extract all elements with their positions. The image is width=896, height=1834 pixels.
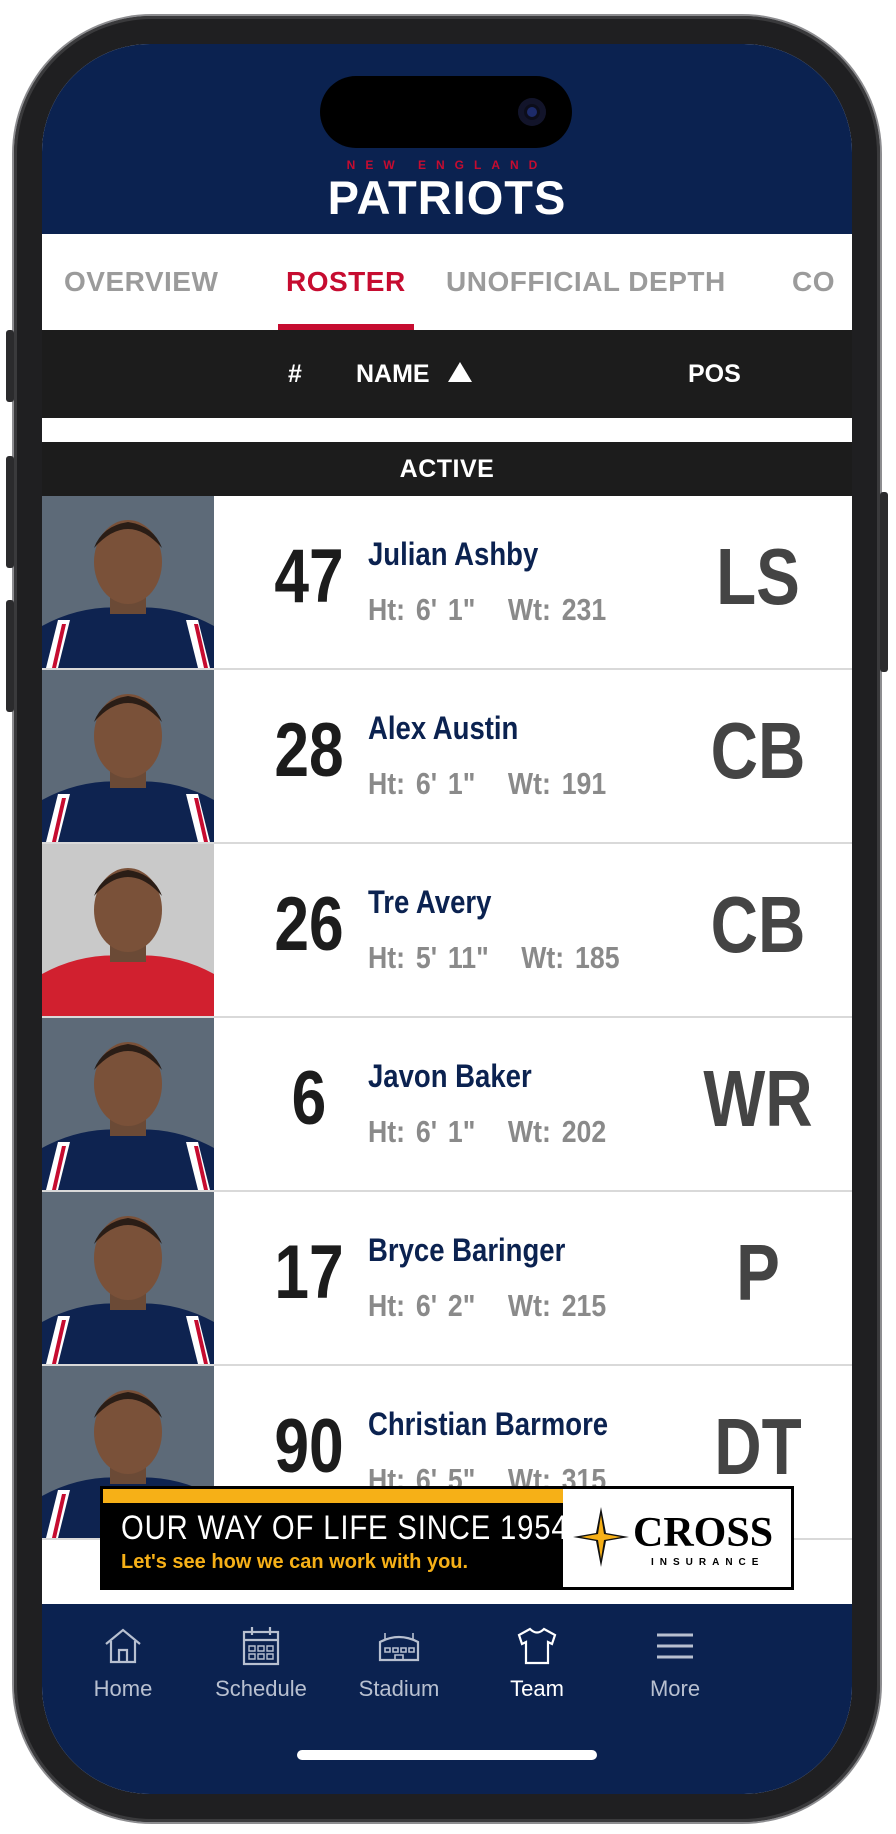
player-weight: 231: [561, 592, 607, 627]
height-label: Ht:: [368, 1114, 406, 1149]
column-header: # NAME POS: [42, 330, 852, 418]
height-label: Ht:: [368, 940, 406, 975]
player-number: 26: [274, 882, 344, 967]
player-weight: 215: [561, 1288, 607, 1323]
player-position: DT: [714, 1402, 802, 1491]
ad-tagline: Let's see how we can work with you.: [121, 1551, 469, 1573]
column-number[interactable]: #: [288, 330, 302, 418]
player-position: WR: [703, 1054, 813, 1143]
weight-label: Wt:: [507, 1114, 551, 1149]
player-measurements: Ht: 5' 11" Wt: 185: [368, 940, 620, 976]
action-button: [6, 330, 14, 402]
player-height: 6' 1": [415, 1114, 476, 1149]
player-name: Christian Barmore: [368, 1406, 609, 1442]
player-photo: [42, 1018, 214, 1190]
player-number: 17: [274, 1230, 344, 1315]
tab-more[interactable]: More: [594, 1624, 756, 1702]
player-measurements: Ht: 6' 1" Wt: 231: [368, 592, 606, 628]
player-position: CB: [710, 706, 806, 795]
height-label: Ht:: [368, 592, 406, 627]
player-row[interactable]: 28 Alex Austin CB Ht: 6' 1" Wt: 191: [42, 670, 852, 844]
player-number: 6: [291, 1056, 327, 1141]
player-photo: [42, 496, 214, 668]
player-name: Tre Avery: [368, 884, 492, 920]
team-logo: PATRIOTS: [327, 171, 567, 224]
player-weight: 185: [575, 940, 620, 975]
ad-brand: CROSS: [633, 1510, 774, 1556]
calendar-icon: [242, 1627, 280, 1666]
height-label: Ht:: [368, 766, 406, 801]
player-height: 6' 2": [415, 1288, 476, 1323]
weight-label: Wt:: [521, 940, 565, 975]
tab-unofficial-depth[interactable]: UNOFFICIAL DEPTH: [446, 234, 726, 330]
player-measurements: Ht: 6' 2" Wt: 215: [368, 1288, 606, 1324]
tab-roster[interactable]: ROSTER: [286, 234, 406, 330]
section-header-active: ACTIVE: [42, 442, 852, 496]
ad-logo: CROSS INSURANCE: [563, 1489, 791, 1587]
player-weight: 202: [561, 1114, 607, 1149]
player-name: Julian Ashby: [368, 536, 539, 572]
player-position: LS: [716, 532, 800, 621]
weight-label: Wt:: [507, 1288, 551, 1323]
height-label: Ht:: [368, 1288, 406, 1323]
column-position[interactable]: POS: [688, 330, 741, 418]
spacer: [42, 418, 852, 442]
player-weight: 191: [561, 766, 607, 801]
player-row[interactable]: 6 Javon Baker WR Ht: 6' 1" Wt: 202: [42, 1018, 852, 1192]
player-number: 47: [274, 534, 344, 619]
jersey-icon: [517, 1627, 557, 1665]
player-name: Bryce Baringer: [368, 1232, 566, 1268]
ad-headline: OUR WAY OF LIFE SINCE 1954: [121, 1509, 569, 1547]
player-row[interactable]: 47 Julian Ashby LS Ht: 6' 1" Wt: 231: [42, 496, 852, 670]
roster-tabs: OVERVIEW ROSTER UNOFFICIAL DEPTH CO: [42, 234, 852, 330]
bottom-tab-bar: Home Schedule Stadium Team More: [42, 1604, 852, 1794]
tab-overview[interactable]: OVERVIEW: [64, 234, 218, 330]
app-header: NEW ENGLAND PATRIOTS: [42, 44, 852, 234]
stadium-icon: [378, 1633, 420, 1662]
camera-icon: [518, 98, 546, 126]
weight-label: Wt:: [507, 592, 551, 627]
player-photo: [42, 670, 214, 842]
player-name: Javon Baker: [368, 1058, 532, 1094]
player-number: 28: [274, 708, 344, 793]
power-button: [880, 492, 888, 672]
column-name[interactable]: NAME: [356, 330, 430, 418]
player-name: Alex Austin: [368, 710, 519, 746]
player-height: 6' 1": [415, 766, 476, 801]
player-photo: [42, 1192, 214, 1364]
home-indicator[interactable]: [297, 1750, 597, 1760]
player-height: 5' 11": [415, 940, 489, 975]
volume-up-button: [6, 456, 14, 568]
ad-brand-sub: INSURANCE: [651, 1557, 765, 1568]
player-measurements: Ht: 6' 1" Wt: 202: [368, 1114, 606, 1150]
star-icon: [573, 1507, 629, 1567]
player-position: CB: [710, 880, 806, 969]
triangle-up-icon[interactable]: [448, 362, 472, 382]
player-row[interactable]: 17 Bryce Baringer P Ht: 6' 2" Wt: 215: [42, 1192, 852, 1366]
player-position: P: [736, 1228, 780, 1317]
menu-icon: [657, 1633, 693, 1659]
home-icon: [105, 1628, 141, 1664]
player-photo: [42, 844, 214, 1016]
player-row[interactable]: 26 Tre Avery CB Ht: 5' 11" Wt: 185: [42, 844, 852, 1018]
ad-yellow-stripe: [103, 1489, 563, 1503]
tab-truncated[interactable]: CO: [792, 234, 835, 330]
player-number: 90: [274, 1404, 344, 1489]
player-measurements: Ht: 6' 1" Wt: 191: [368, 766, 606, 802]
volume-down-button: [6, 600, 14, 712]
app-screen: NEW ENGLAND PATRIOTS OVERVIEW ROSTER UNO…: [42, 44, 852, 1794]
ad-banner[interactable]: OUR WAY OF LIFE SINCE 1954 Let's see how…: [100, 1486, 794, 1590]
dynamic-island: [320, 76, 572, 148]
weight-label: Wt:: [507, 766, 551, 801]
player-height: 6' 1": [415, 592, 476, 627]
tab-more-label: More: [649, 1676, 701, 1701]
